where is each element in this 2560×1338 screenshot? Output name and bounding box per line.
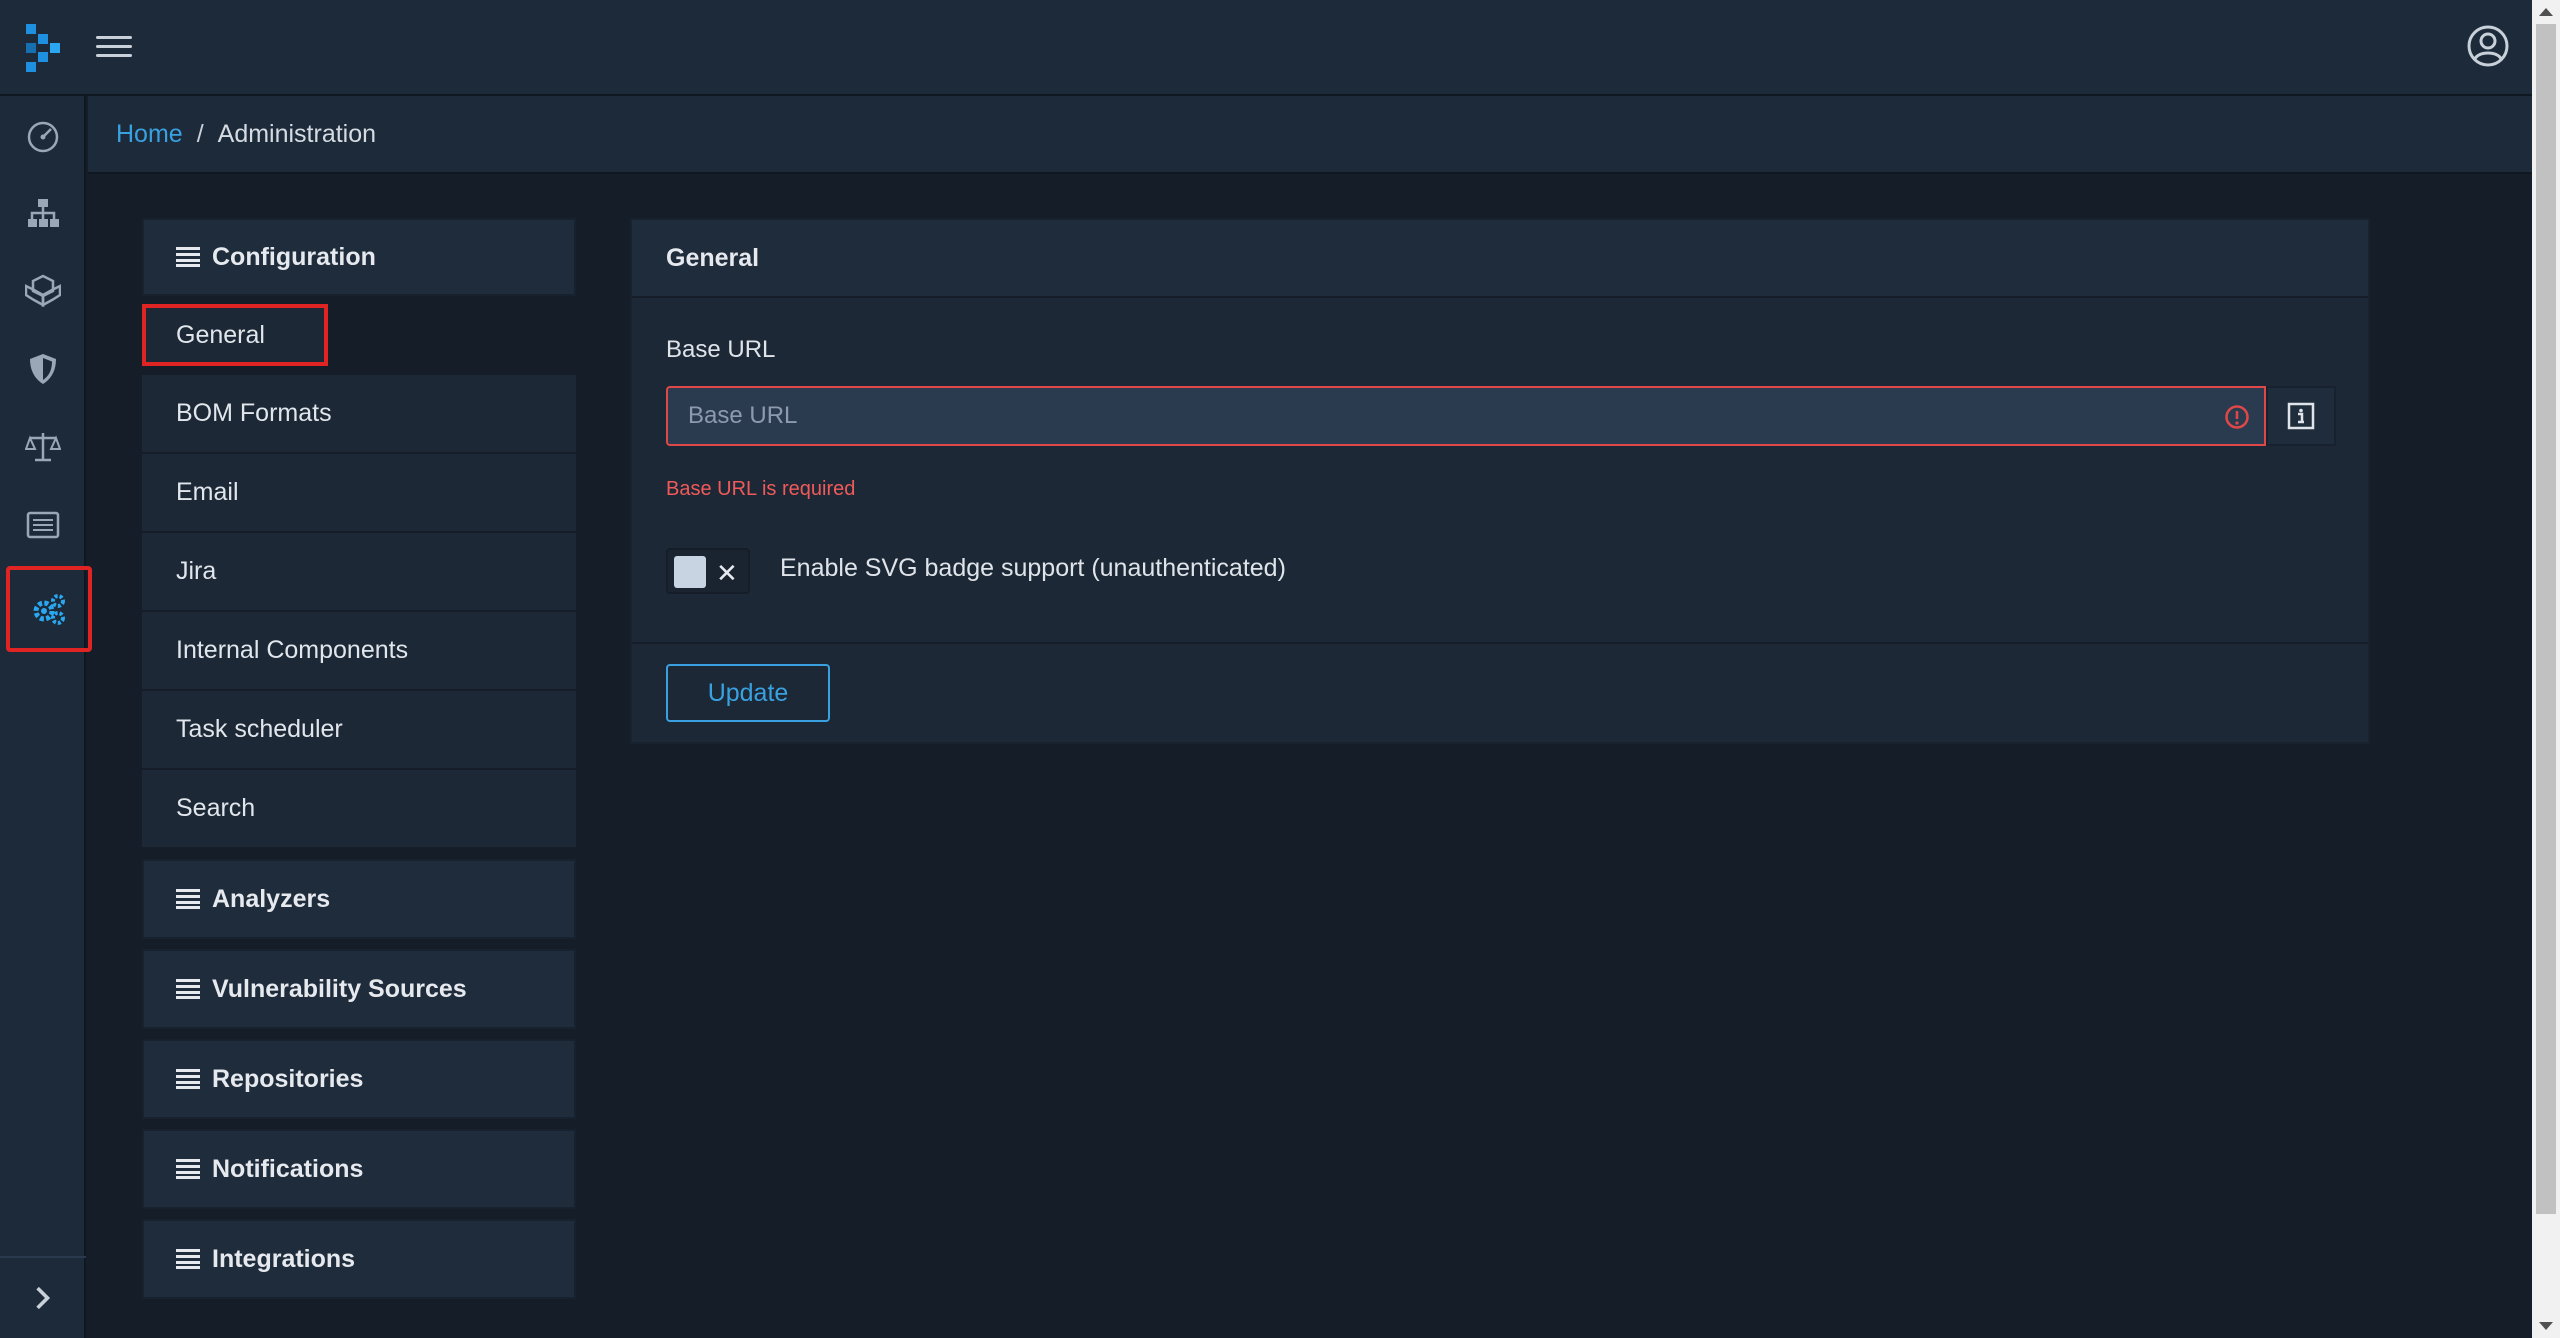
menu-item-task-scheduler[interactable]: Task scheduler	[142, 691, 576, 770]
sidebar-item-vulnerabilities[interactable]	[0, 330, 86, 408]
toggle-knob	[674, 556, 706, 588]
balance-scale-icon	[25, 433, 61, 462]
breadcrumb-current: Administration	[217, 119, 377, 148]
list-icon	[176, 979, 200, 999]
menu-item-search[interactable]: Search	[142, 770, 576, 849]
menu-section-analyzers[interactable]: Analyzers	[142, 859, 576, 939]
cubes-icon	[25, 274, 61, 308]
menu-item-email[interactable]: Email	[142, 454, 576, 533]
base-url-info-button[interactable]	[2266, 386, 2336, 446]
sidebar-item-administration[interactable]	[6, 566, 92, 652]
list-icon	[176, 1159, 200, 1179]
sidebar-item-dashboard[interactable]	[0, 96, 86, 174]
page-scrollbar[interactable]	[2532, 0, 2560, 1338]
info-square-icon	[2287, 402, 2315, 430]
menu-section-label: Notifications	[212, 1154, 364, 1183]
cogs-icon	[33, 594, 65, 625]
menu-section-label: Repositories	[212, 1064, 364, 1093]
menu-section-label: Integrations	[212, 1244, 356, 1273]
chevron-right-icon	[36, 1286, 51, 1310]
menu-item-internal-components[interactable]: Internal Components	[142, 612, 576, 691]
user-circle-icon[interactable]	[2466, 24, 2510, 68]
sidebar-item-policy[interactable]	[0, 486, 86, 564]
svg-badge-label: Enable SVG badge support (unauthenticate…	[780, 554, 1286, 582]
admin-menu: Configuration General BOM Formats Email …	[142, 218, 576, 1299]
menu-item-general[interactable]: General	[142, 304, 328, 366]
menu-item-bom-formats[interactable]: BOM Formats	[142, 375, 576, 454]
sidebar-item-licenses[interactable]	[0, 408, 86, 486]
list-icon	[176, 1069, 200, 1089]
update-button[interactable]: Update	[666, 664, 830, 722]
menu-section-label: Configuration	[212, 242, 376, 271]
scroll-up-icon[interactable]	[2539, 8, 2553, 16]
shield-icon	[30, 354, 56, 384]
svg-badge-toggle[interactable]: ✕	[666, 548, 750, 594]
menu-section-repositories[interactable]: Repositories	[142, 1039, 576, 1119]
list-icon	[176, 247, 200, 267]
general-settings-card: General Base URL Base URL Base URL is re…	[630, 218, 2370, 744]
base-url-placeholder: Base URL	[688, 402, 798, 429]
menu-section-label: Vulnerability Sources	[212, 974, 467, 1003]
menu-section-vulnerability-sources[interactable]: Vulnerability Sources	[142, 949, 576, 1029]
left-sidebar	[0, 96, 92, 1338]
menu-item-jira[interactable]: Jira	[142, 533, 576, 612]
divider	[632, 642, 2368, 644]
scroll-down-icon[interactable]	[2539, 1322, 2553, 1330]
list-alt-icon	[26, 511, 60, 539]
base-url-error: Base URL is required	[666, 478, 856, 500]
scroll-thumb[interactable]	[2536, 24, 2556, 1214]
error-circle-icon	[2225, 405, 2249, 429]
dependency-track-logo-icon[interactable]	[24, 22, 64, 74]
sidebar-item-projects[interactable]	[0, 174, 86, 252]
menu-section-integrations[interactable]: Integrations	[142, 1219, 576, 1299]
close-x-icon: ✕	[716, 558, 738, 588]
menu-section-notifications[interactable]: Notifications	[142, 1129, 576, 1209]
breadcrumb: Home / Administration	[88, 96, 2532, 174]
menu-section-configuration[interactable]: Configuration	[142, 218, 576, 296]
card-title: General	[632, 220, 2368, 298]
sidebar-item-components[interactable]	[0, 252, 86, 330]
dashboard-gauge-icon	[27, 121, 59, 153]
breadcrumb-separator: /	[196, 119, 204, 148]
hamburger-icon[interactable]	[96, 30, 132, 66]
breadcrumb-home-link[interactable]: Home	[116, 120, 183, 149]
menu-section-label: Analyzers	[212, 884, 331, 913]
top-header	[0, 0, 2532, 96]
sidebar-toggle-button[interactable]	[0, 1256, 86, 1338]
base-url-label: Base URL	[666, 336, 776, 363]
base-url-input[interactable]: Base URL	[666, 386, 2266, 446]
list-icon	[176, 889, 200, 909]
list-icon	[176, 1249, 200, 1269]
hierarchy-icon	[28, 199, 59, 227]
